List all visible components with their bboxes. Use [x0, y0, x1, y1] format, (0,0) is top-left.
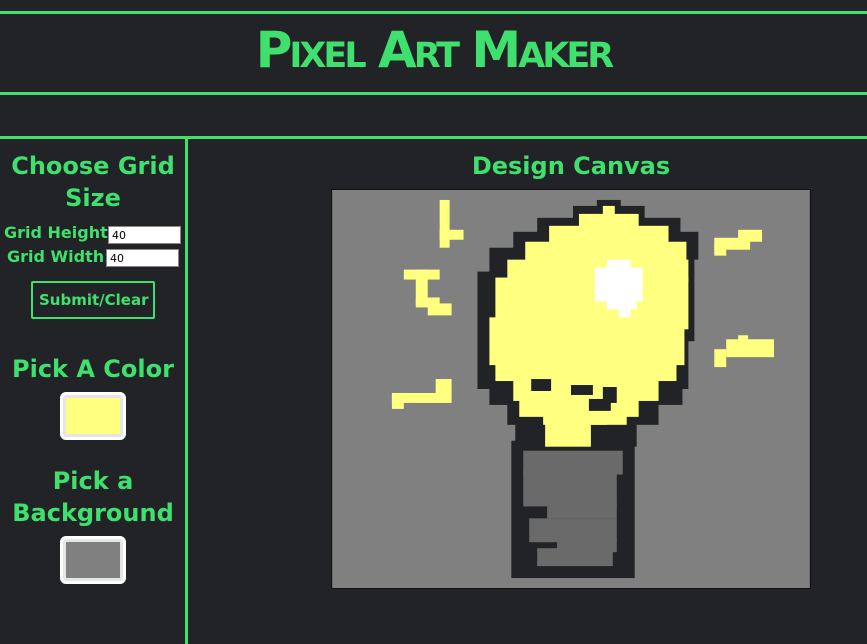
background-picker-swatch	[66, 542, 120, 578]
design-canvas[interactable]	[331, 189, 811, 589]
background-picker[interactable]	[60, 536, 126, 584]
canvas-title: Design Canvas	[471, 152, 671, 180]
color-picker[interactable]	[60, 392, 126, 440]
header-top-border	[0, 11, 867, 14]
main-top-border	[0, 136, 867, 139]
grid-size-heading: Choose Grid Size	[11, 152, 175, 212]
header-bottom-border	[0, 92, 867, 95]
color-picker-swatch	[66, 398, 120, 434]
submit-clear-button[interactable]: Submit/Clear	[31, 281, 155, 319]
grid-height-input[interactable]	[108, 226, 181, 244]
grid-width-label: Grid Width:	[7, 247, 111, 266]
background-picker-heading: Pick a Background	[12, 467, 174, 527]
color-picker-heading: Pick A Color	[12, 355, 174, 383]
page-title: Pixel Art Maker	[255, 21, 614, 79]
grid-width-input[interactable]	[106, 249, 179, 267]
grid-height-label: Grid Height:	[4, 223, 115, 242]
